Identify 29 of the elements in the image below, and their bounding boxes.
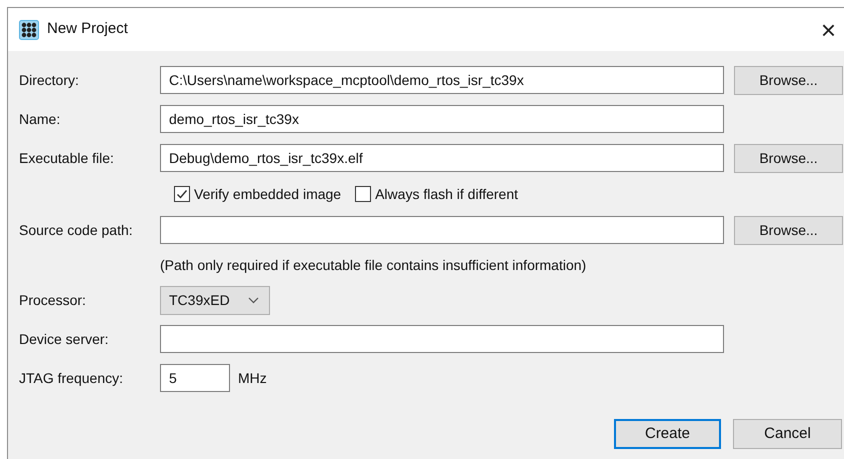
unit-label: MHz [238, 368, 267, 388]
field-label: JTAG frequency: [19, 368, 124, 388]
browse-button[interactable]: Browse... [734, 216, 843, 244]
field-label: Executable file: [19, 148, 114, 168]
field-label: Source code path: [19, 220, 133, 240]
text-field[interactable] [160, 216, 724, 244]
field-label: Processor: [19, 290, 86, 310]
field-label: Device server: [19, 330, 108, 348]
browse-button[interactable]: Browse... [734, 144, 843, 172]
chevron-icon [248, 296, 259, 304]
create-button[interactable]: Create [614, 419, 721, 449]
app-icon [19, 20, 39, 40]
text-field[interactable]: C:\Users\name\workspace_mcptool\demo_rtos_isr_tc39x [160, 66, 724, 94]
checkbox-label[interactable]: Verify embedded image [194, 184, 342, 204]
text-field[interactable]: Debug\demo_rtos_isr_tc39x.elf [160, 144, 724, 172]
checkbox-label[interactable]: Always flash if different [375, 184, 518, 204]
cancel-button[interactable]: Cancel [733, 419, 842, 449]
checkbox-box[interactable] [174, 186, 190, 202]
close-button[interactable]: × [816, 16, 840, 42]
field-label: Name: [19, 110, 60, 128]
field-label: Directory: [19, 70, 79, 90]
text-field[interactable] [160, 325, 724, 353]
checkbox-box[interactable] [355, 186, 372, 202]
window-title: New Project [47, 19, 128, 40]
text-field[interactable]: demo_rtos_isr_tc39x [160, 105, 724, 133]
hint-text: (Path only required if executable file contains insufficient information) [160, 256, 586, 275]
browse-button[interactable]: Browse... [734, 66, 843, 94]
number-field[interactable]: 5 [160, 364, 230, 392]
processor-dropdown[interactable]: TC39xED [160, 286, 270, 314]
